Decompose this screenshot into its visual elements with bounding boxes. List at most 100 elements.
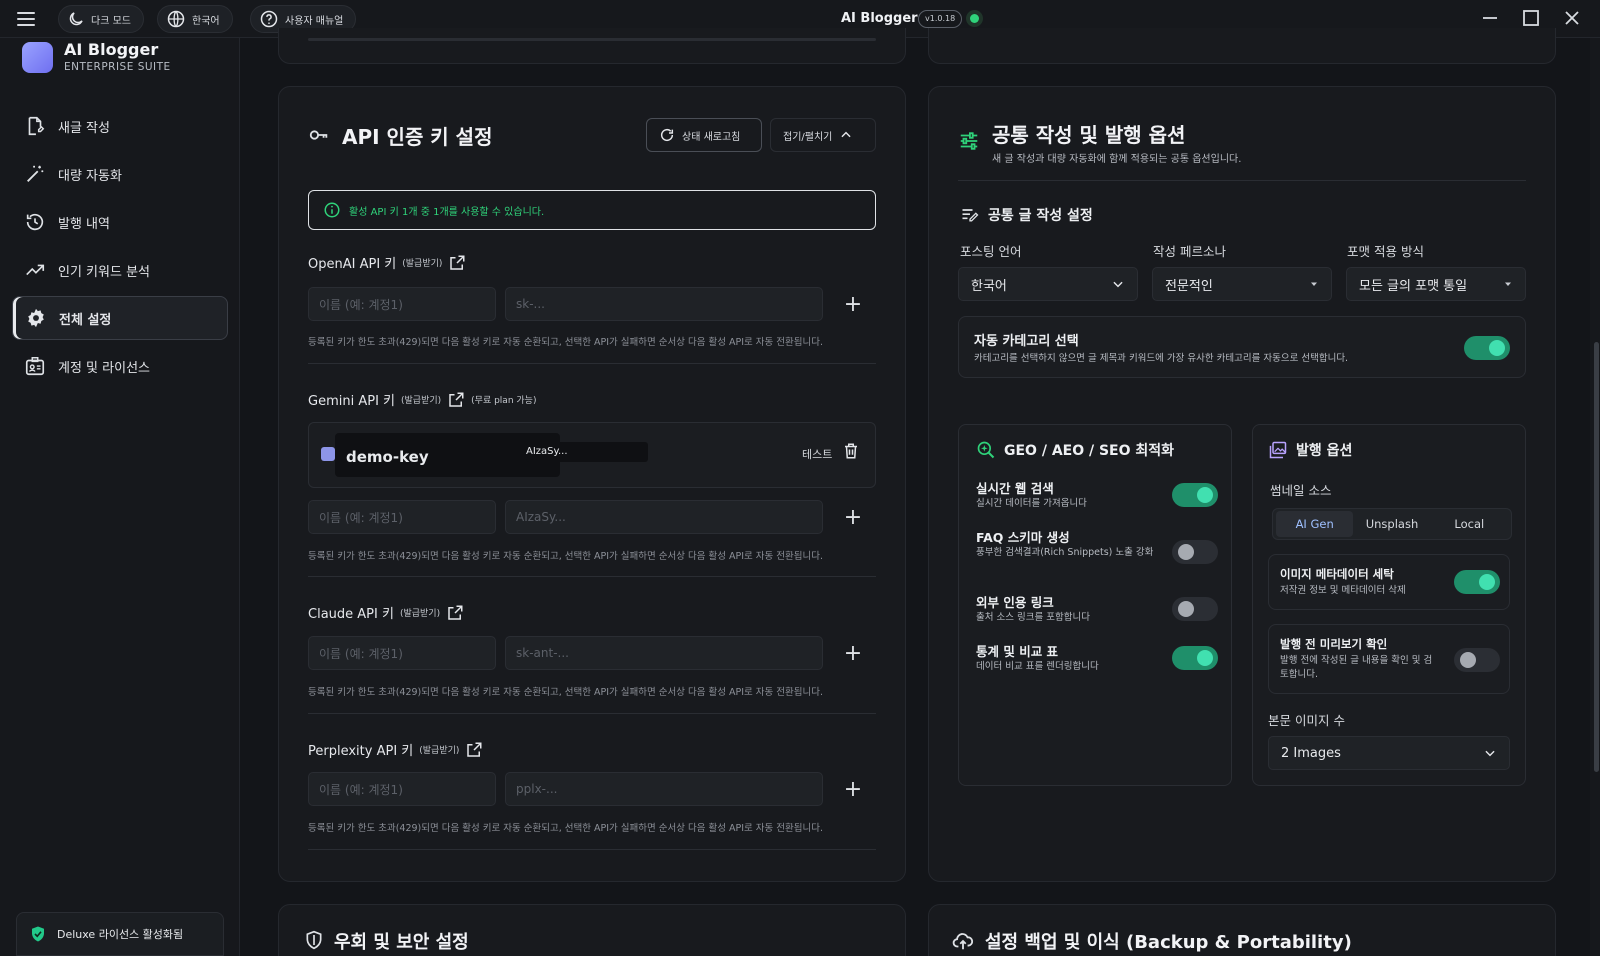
help-icon [259, 9, 279, 29]
openai-help-text: 등록된 키가 한도 초과(429)되면 다음 활성 키로 자동 순환되고, 선택… [308, 337, 824, 348]
metadata-title: 이미지 메타데이터 세탁 [1280, 567, 1394, 581]
stats-table-toggle[interactable] [1172, 646, 1218, 670]
auto-category-toggle[interactable] [1464, 336, 1510, 360]
security-card-title: 우회 및 보안 설정 [334, 932, 469, 953]
saved-key-checkbox[interactable] [321, 447, 335, 461]
claude-label-text: Claude API 키 [308, 607, 394, 622]
common-card-title: 공통 작성 및 발행 옵션 [992, 123, 1186, 147]
gemini-label-text: Gemini API 키 [308, 394, 395, 409]
perplexity-issue-link[interactable]: (발급받기) [419, 743, 459, 756]
toggle-knob [1178, 544, 1194, 560]
openai-name-input[interactable]: 이름 (예: 계정1) [308, 287, 496, 321]
add-openai-key-button[interactable]: + [841, 292, 865, 317]
format-mode-select[interactable]: 모든 글의 포맷 통일 [1346, 267, 1526, 301]
id-badge-icon [24, 355, 46, 377]
collapse-button[interactable]: 접기/펼치기 [770, 118, 876, 152]
external-links-toggle[interactable] [1172, 597, 1218, 621]
moon-icon [67, 10, 85, 28]
app-logo [22, 42, 53, 73]
brand-subtitle: ENTERPRISE SUITE [64, 61, 171, 73]
image-count-label: 본문 이미지 수 [1268, 713, 1345, 728]
sidebar-item-account[interactable]: 계정 및 라이선스 [12, 344, 228, 388]
image-count-select[interactable]: 2 Images [1268, 736, 1510, 770]
magic-wand-icon [24, 163, 46, 185]
dark-mode-label: 다크 모드 [91, 15, 131, 27]
perplexity-key-input[interactable]: pplx-... [505, 772, 823, 806]
search-sparkle-icon [976, 440, 996, 460]
divider [308, 849, 876, 850]
preview-desc: 발행 전에 작성된 글 내용을 확인 및 검토합니다. [1280, 655, 1433, 680]
history-icon [24, 211, 46, 233]
external-link-icon[interactable] [465, 741, 483, 759]
sidebar-item-new-post[interactable]: 새글 작성 [12, 104, 228, 148]
images-icon [1268, 440, 1288, 460]
toggle-knob [1460, 652, 1476, 668]
external-link-icon[interactable] [448, 254, 466, 272]
refresh-status-button[interactable]: 상태 새로고침 [646, 118, 762, 152]
metadata-toggle[interactable] [1454, 570, 1500, 594]
caret-down-icon [1503, 279, 1513, 289]
persona-select[interactable]: 전문적인 [1152, 267, 1332, 301]
dark-mode-button[interactable]: 다크 모드 [58, 5, 144, 33]
gemini-key-input[interactable]: AIzaSy... [505, 500, 823, 534]
add-claude-key-button[interactable]: + [841, 641, 865, 666]
menu-icon[interactable] [16, 10, 36, 28]
posting-language-value: 한국어 [971, 278, 1007, 294]
add-perplexity-key-button[interactable]: + [841, 777, 865, 802]
external-link-icon[interactable] [446, 604, 464, 622]
openai-key-input[interactable]: sk-... [505, 287, 823, 321]
gemini-key-label: Gemini API 키 (발급받기) (무료 plan 가능) [308, 390, 536, 409]
writing-settings-header: 공통 글 작성 설정 [960, 205, 1093, 225]
sidebar-item-label: 인기 키워드 분석 [58, 264, 150, 280]
geo-header: GEO / AEO / SEO 최적화 [976, 440, 1174, 460]
key-icon [308, 124, 330, 146]
add-gemini-key-button[interactable]: + [841, 505, 865, 530]
info-icon [323, 201, 341, 219]
test-key-button[interactable]: 테스트 [802, 446, 832, 462]
thumb-option-unsplash[interactable]: Unsplash [1353, 511, 1430, 537]
divider [308, 713, 876, 714]
api-status-info: 활성 API 키 1개 중 1개를 사용할 수 있습니다. [308, 190, 876, 230]
language-label: 한국어 [192, 15, 220, 27]
external-link-icon[interactable] [447, 391, 465, 409]
perplexity-key-label: Perplexity API 키 (발급받기) [308, 740, 483, 759]
format-mode-value: 모든 글의 포맷 통일 [1359, 278, 1468, 294]
faq-schema-toggle[interactable] [1172, 540, 1218, 564]
preview-title: 발행 전 미리보기 확인 [1280, 637, 1388, 651]
claude-key-input[interactable]: sk-ant-... [505, 636, 823, 670]
geo-option-desc: 출처 소스 링크를 포함합니다 [976, 612, 1090, 623]
sidebar-item-settings[interactable]: 전체 설정 [12, 296, 228, 340]
manual-label: 사용자 매뉴얼 [285, 15, 344, 27]
thumb-option-local[interactable]: Local [1431, 511, 1508, 537]
posting-language-select[interactable]: 한국어 [958, 267, 1138, 301]
writing-settings-title: 공통 글 작성 설정 [988, 208, 1093, 224]
close-icon[interactable] [1562, 8, 1582, 28]
shield-icon [304, 930, 324, 950]
openai-label-text: OpenAI API 키 [308, 257, 397, 272]
toggle-knob [1178, 601, 1194, 617]
gemini-issue-link[interactable]: (발급받기) [401, 393, 441, 406]
api-status-text: 활성 API 키 1개 중 1개를 사용할 수 있습니다. [349, 206, 545, 218]
collapse-label: 접기/펼치기 [783, 131, 833, 143]
sidebar-item-history[interactable]: 발행 내역 [12, 200, 228, 244]
claude-issue-link[interactable]: (발급받기) [400, 606, 440, 619]
sidebar-item-bulk[interactable]: 대량 자동화 [12, 152, 228, 196]
geo-option-title: 외부 인용 링크 [976, 595, 1054, 610]
trash-icon[interactable] [842, 442, 860, 460]
language-button[interactable]: 한국어 [157, 5, 233, 33]
geo-option-title: 실시간 웹 검색 [976, 481, 1054, 496]
realtime-search-toggle[interactable] [1172, 483, 1218, 507]
claude-name-input[interactable]: 이름 (예: 계정1) [308, 636, 496, 670]
sidebar-item-keywords[interactable]: 인기 키워드 분석 [12, 248, 228, 292]
scrollbar-thumb[interactable] [1594, 342, 1599, 772]
toggle-knob [1489, 340, 1505, 356]
perplexity-name-input[interactable]: 이름 (예: 계정1) [308, 772, 496, 806]
gemini-name-input[interactable]: 이름 (예: 계정1) [308, 500, 496, 534]
version-badge: v1.0.18 [918, 10, 963, 28]
openai-issue-link[interactable]: (발급받기) [402, 256, 442, 269]
caret-down-icon [1309, 279, 1319, 289]
preview-toggle[interactable] [1454, 648, 1500, 672]
thumb-option-ai-gen[interactable]: AI Gen [1276, 511, 1354, 537]
maximize-icon[interactable] [1521, 8, 1541, 28]
minimize-icon[interactable] [1480, 8, 1500, 28]
